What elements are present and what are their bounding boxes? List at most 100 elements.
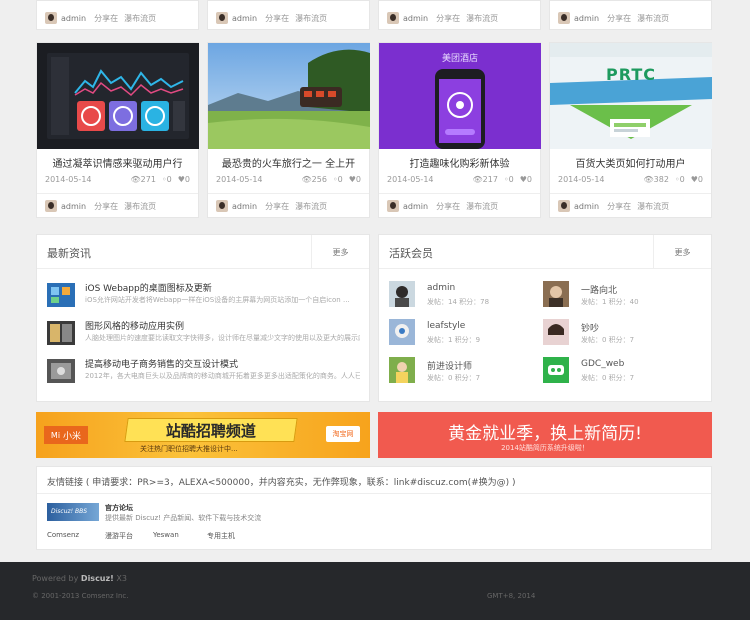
- member-name[interactable]: 钞吵: [581, 321, 599, 334]
- card-share-label: 分享在: [607, 201, 632, 211]
- member-stats: 发帖：0 积分：7: [581, 374, 635, 382]
- eye-icon: 👁: [643, 175, 654, 184]
- card-user[interactable]: admin: [403, 202, 428, 211]
- view-count: 271: [140, 175, 156, 184]
- top-card-1[interactable]: admin 分享在 瀑布流页: [36, 0, 199, 30]
- card-gallery-link[interactable]: 瀑布流页: [295, 201, 327, 212]
- eye-icon: 👁: [472, 175, 483, 184]
- member-avatar[interactable]: [389, 357, 415, 383]
- card-thumbnail[interactable]: [208, 43, 370, 149]
- powered-by: Powered by Discuz! X3: [32, 574, 127, 583]
- avatar: [216, 12, 228, 24]
- news-title[interactable]: 提高移动电子商务销售的交互设计模式: [85, 357, 238, 370]
- discuz-link[interactable]: Discuz!: [81, 574, 114, 583]
- top-card-3[interactable]: admin 分享在 瀑布流页: [378, 0, 541, 30]
- card-thumbnail[interactable]: 美团酒店: [379, 43, 541, 149]
- news-item[interactable]: 提高移动电子商务销售的交互设计模式 2012年，各大电商巨头以及品牌商的移动商城…: [47, 357, 360, 391]
- dashboard-image: [47, 53, 189, 139]
- member-stats: 发帖：0 积分：7: [581, 336, 635, 344]
- comment-count: 0: [166, 175, 172, 184]
- card-user[interactable]: admin: [232, 14, 257, 23]
- member-item[interactable]: 一路向北 发帖：1 积分：40: [543, 281, 703, 311]
- resume-subtitle: 2014站酷简历系统升级啦！: [501, 444, 589, 452]
- member-avatar[interactable]: [543, 357, 569, 383]
- member-avatar[interactable]: [389, 281, 415, 307]
- article-card-2[interactable]: 最恐贵的火车旅行之一 全上开 2014-05-14 👁 256 ◦ 0 ♥ 0 adm…: [207, 42, 370, 218]
- news-thumbnail[interactable]: [47, 283, 75, 307]
- like-count: 0: [355, 175, 361, 184]
- member-name[interactable]: GDC_web: [581, 359, 624, 369]
- member-avatar[interactable]: [389, 319, 415, 345]
- card-user[interactable]: admin: [232, 202, 257, 211]
- discuz-logo[interactable]: Discuz! BBS: [47, 503, 99, 521]
- card-gallery-link[interactable]: 瀑布流页: [295, 13, 327, 24]
- card-gallery-link[interactable]: 瀑布流页: [637, 13, 669, 24]
- card-meta: admin 分享在 瀑布流页: [37, 5, 198, 31]
- card-title[interactable]: 最恐贵的火车旅行之一 全上开: [208, 155, 369, 170]
- image-caption: PRTC: [606, 65, 656, 84]
- news-item[interactable]: 图形风格的移动应用实例 人脑处理图片的速度要比读取文字快得多，设计师在尽量减少文…: [47, 319, 360, 353]
- card-title[interactable]: 百货大类页如何打动用户: [550, 155, 711, 170]
- card-gallery-link[interactable]: 瀑布流页: [124, 13, 156, 24]
- friend-link[interactable]: Comsenz: [47, 531, 79, 539]
- members-more-link[interactable]: 更多: [653, 235, 711, 269]
- avatar: [387, 200, 399, 212]
- news-thumbnail[interactable]: [47, 321, 75, 345]
- card-user[interactable]: admin: [403, 14, 428, 23]
- card-stats: 2014-05-14 👁 271 ◦ 0 ♥ 0: [45, 175, 190, 184]
- friend-link[interactable]: 专用主机: [207, 531, 235, 541]
- card-thumbnail[interactable]: PRTC: [550, 43, 712, 149]
- official-forum-link[interactable]: 官方论坛: [105, 503, 133, 513]
- member-item[interactable]: 前进设计师 发帖：0 积分：7: [389, 357, 549, 387]
- friend-links-title: 友情链接 ( 申请要求：PR>=3，ALEXA<500000，并内容充实，无作弊…: [47, 478, 516, 488]
- avatar: [216, 200, 228, 212]
- card-user[interactable]: admin: [61, 14, 86, 23]
- card-title[interactable]: 打造趣味化购彩新体验: [379, 155, 540, 170]
- member-avatar[interactable]: [543, 319, 569, 345]
- top-card-4[interactable]: admin 分享在 瀑布流页: [549, 0, 712, 30]
- members-panel-header: 活跃会员 更多: [379, 235, 711, 269]
- recruit-title: 站酷招聘频道: [165, 421, 256, 440]
- card-gallery-link[interactable]: 瀑布流页: [466, 13, 498, 24]
- member-name[interactable]: 前进设计师: [427, 359, 472, 372]
- member-item[interactable]: 钞吵 发帖：0 积分：7: [543, 319, 703, 349]
- article-card-4[interactable]: PRTC 百货大类页如何打动用户 2014-05-14 👁 382 ◦ 0 ♥ 0 a…: [549, 42, 712, 218]
- card-gallery-link[interactable]: 瀑布流页: [124, 201, 156, 212]
- member-name[interactable]: admin: [427, 283, 455, 293]
- divider: [37, 493, 711, 494]
- card-thumbnail[interactable]: [37, 43, 199, 149]
- news-title[interactable]: iOS Webapp的桌面图标及更新: [85, 281, 212, 294]
- avatar: [387, 12, 399, 24]
- news-desc: iOS允许网站开发者将Webapp一样在iOS设备的主屏幕为网页站添加一个自启i…: [85, 296, 350, 304]
- member-stats: 发帖：14 积分：78: [427, 298, 490, 306]
- prtc-website-image: [550, 43, 712, 139]
- article-card-1[interactable]: 通过凝萃识情感来驱动用户行 2014-05-14 👁 271 ◦ 0 ♥ 0 admi…: [36, 42, 199, 218]
- friend-link[interactable]: Yeswan: [153, 531, 179, 539]
- avatar: [45, 200, 57, 212]
- member-item[interactable]: admin 发帖：14 积分：78: [389, 281, 549, 311]
- top-card-2[interactable]: admin 分享在 瀑布流页: [207, 0, 370, 30]
- news-item[interactable]: iOS Webapp的桌面图标及更新 iOS允许网站开发者将Webapp一样在i…: [47, 281, 359, 315]
- card-user[interactable]: admin: [61, 202, 86, 211]
- card-user[interactable]: admin: [574, 202, 599, 211]
- news-desc: 2012年，各大电商巨头以及品牌商的移动商城开拓着更多更多出适配策化的商务。人人…: [85, 372, 360, 380]
- friend-link[interactable]: 漫游平台: [105, 531, 133, 541]
- news-thumbnail[interactable]: [47, 359, 75, 383]
- news-more-link[interactable]: 更多: [311, 235, 369, 269]
- official-forum-desc: 提供最新 Discuz! 产品新闻、软件下载与技术交流: [105, 514, 262, 522]
- news-title[interactable]: 图形风格的移动应用实例: [85, 319, 184, 332]
- comsenz-link[interactable]: © 2001-2013 Comsenz Inc.: [32, 592, 128, 600]
- card-gallery-link[interactable]: 瀑布流页: [637, 201, 669, 212]
- card-title[interactable]: 通过凝萃识情感来驱动用户行: [37, 155, 198, 170]
- heart-icon: ♥: [690, 175, 698, 184]
- member-name[interactable]: 一路向北: [581, 283, 617, 296]
- recruit-banner[interactable]: Mi 小米 站酷招聘频道 关注热门职位招聘大推设计中... 淘宝网: [36, 412, 370, 458]
- member-name[interactable]: leafstyle: [427, 321, 465, 331]
- article-card-3[interactable]: 美团酒店 打造趣味化购彩新体验 2014-05-14 👁 217 ◦ 0 ♥ 0 ad…: [378, 42, 541, 218]
- card-gallery-link[interactable]: 瀑布流页: [466, 201, 498, 212]
- resume-banner[interactable]: 黄金就业季，换上新简历! 2014站酷简历系统升级啦！: [378, 412, 712, 458]
- member-avatar[interactable]: [543, 281, 569, 307]
- card-user[interactable]: admin: [574, 14, 599, 23]
- member-item[interactable]: leafstyle 发帖：1 积分：9: [389, 319, 549, 349]
- member-item[interactable]: GDC_web 发帖：0 积分：7: [543, 357, 703, 387]
